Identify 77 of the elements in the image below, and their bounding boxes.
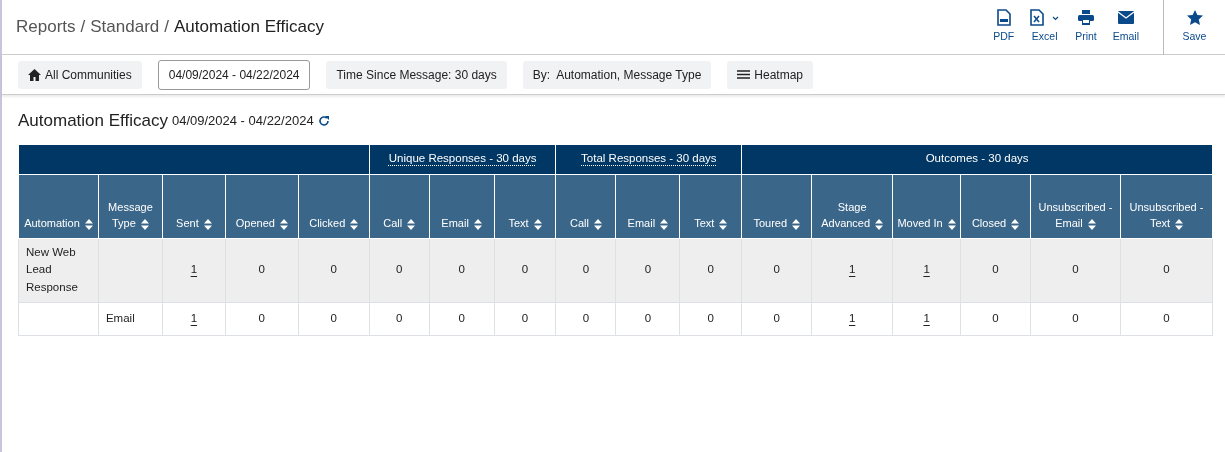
table-cell: 0 <box>298 238 370 302</box>
home-icon <box>28 68 41 81</box>
date-range: 04/09/2024 - 04/22/2024 <box>171 112 314 130</box>
column-header[interactable]: Opened <box>225 174 299 238</box>
column-header[interactable]: Text <box>679 174 742 238</box>
table-cell: 0 <box>369 302 430 335</box>
table-cell: 0 <box>429 302 495 335</box>
column-header[interactable]: Automation <box>18 174 99 238</box>
group-header: Total Responses - 30 days <box>556 144 742 174</box>
column-header[interactable]: Email <box>429 174 495 238</box>
lines-icon <box>737 70 751 79</box>
save-button[interactable]: Save <box>1174 9 1215 45</box>
table-cell: 0 <box>960 238 1031 302</box>
column-header[interactable]: Sent <box>162 174 226 238</box>
group-header: Outcomes - 30 days <box>741 144 1213 174</box>
table-cell: 0 <box>494 302 556 335</box>
table-cell: 0 <box>679 302 742 335</box>
column-header[interactable]: Unsubscribed - Email <box>1030 174 1121 238</box>
table-cell: 0 <box>1030 302 1121 335</box>
table-cell: 0 <box>556 302 616 335</box>
print-button[interactable]: Print <box>1067 9 1105 45</box>
column-header[interactable]: Message Type <box>98 174 163 238</box>
email-button[interactable]: Email <box>1104 9 1147 45</box>
filter-button[interactable]: Heatmap <box>727 60 814 89</box>
report-title: Automation Efficacy <box>18 110 168 132</box>
column-header[interactable]: Clicked <box>298 174 370 238</box>
table-cell: 0 <box>298 302 370 335</box>
filter-button[interactable]: By: Automation, Message Type <box>522 60 712 89</box>
breadcrumb-separator: / <box>164 17 169 37</box>
date-range-field[interactable]: 04/09/2024 - 04/22/2024 <box>157 59 311 90</box>
table-cell: 0 <box>741 238 812 302</box>
table-cell: New Web Lead Response <box>18 238 99 302</box>
breadcrumb-link[interactable]: Reports <box>16 17 76 37</box>
table-cell: 0 <box>679 238 742 302</box>
column-header[interactable]: Stage Advanced <box>811 174 893 238</box>
cell-link[interactable]: 1 <box>923 311 930 324</box>
breadcrumb-link[interactable]: Standard <box>90 17 160 37</box>
column-header[interactable]: Toured <box>741 174 812 238</box>
excel-button[interactable]: Excel <box>1022 9 1068 45</box>
table-cell: 0 <box>960 302 1031 335</box>
cell-link[interactable]: 1 <box>923 263 930 276</box>
table-cell: 0 <box>615 238 680 302</box>
filter-button[interactable]: Time Since Message: 30 days <box>326 60 507 89</box>
column-header[interactable]: Call <box>556 174 616 238</box>
cell-link[interactable]: 1 <box>190 311 198 324</box>
envelope-icon <box>1117 9 1134 26</box>
pdf-button[interactable]: PDF <box>985 9 1023 45</box>
page-title: Automation Efficacy <box>174 17 324 37</box>
table-cell: 0 <box>429 238 495 302</box>
spreadsheet-icon <box>1030 9 1045 27</box>
column-header[interactable]: Email <box>615 174 680 238</box>
breadcrumb-separator: / <box>80 17 86 37</box>
table-cell: 0 <box>225 302 299 335</box>
filter-button[interactable]: All Communities <box>18 60 142 89</box>
table-cell: 0 <box>1030 238 1121 302</box>
cell-link[interactable]: 1 <box>848 263 856 276</box>
group-header: Unique Responses - 30 days <box>369 144 556 174</box>
document-icon <box>996 9 1011 27</box>
table-cell: Email <box>98 302 163 335</box>
table-cell: 0 <box>741 302 812 335</box>
star-icon <box>1186 9 1203 26</box>
cell-link[interactable]: 1 <box>190 263 198 276</box>
refresh-icon[interactable] <box>317 114 330 127</box>
table-cell: 0 <box>556 238 616 302</box>
column-header[interactable]: Closed <box>960 174 1031 238</box>
column-header[interactable]: Text <box>494 174 556 238</box>
table-cell: 0 <box>225 238 299 302</box>
table-cell: 0 <box>615 302 680 335</box>
column-header[interactable]: Unsubscribed - Text <box>1120 174 1213 238</box>
table-cell: 0 <box>1120 302 1213 335</box>
table-cell: 0 <box>1120 238 1213 302</box>
column-header[interactable]: Call <box>369 174 430 238</box>
column-header[interactable]: Moved In <box>892 174 961 238</box>
printer-icon <box>1077 9 1094 26</box>
table-cell: 0 <box>494 238 556 302</box>
cell-link[interactable]: 1 <box>848 311 856 324</box>
table-cell: 0 <box>369 238 430 302</box>
